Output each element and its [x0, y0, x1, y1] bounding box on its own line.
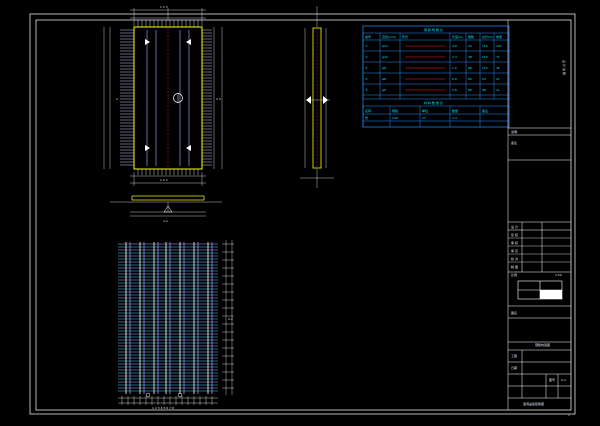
scale-label: 比例 — [511, 272, 517, 277]
date-label: 日期 — [511, 365, 517, 370]
table-cell: 24 — [468, 44, 472, 48]
table-cell: ⑤ — [365, 88, 368, 92]
drawing-title: 钢筋构造图 — [535, 342, 550, 347]
note-label: 说明: — [511, 129, 518, 134]
footer-header-cell: 单位 — [422, 108, 428, 113]
title-block-role: 审 定 — [511, 248, 518, 253]
elevation-dim-top: 1 2 3 — [160, 5, 168, 9]
title-block-role: 校 对 — [511, 256, 518, 261]
table-cell: φ12 — [382, 44, 388, 48]
table-header-cell: 重量 — [496, 34, 502, 39]
table-header-cell: 长度(m) — [452, 34, 463, 39]
material-table-title: 材 料 数 量 表 — [424, 100, 443, 105]
table-cell: 45 — [496, 66, 500, 70]
table-cell: 71 — [496, 55, 500, 59]
table-cell: 2.4 — [452, 55, 457, 59]
table-cell: ④ — [365, 77, 368, 81]
scale-value: 1:50 — [555, 273, 562, 277]
table-header-cell: 形式 — [402, 34, 408, 39]
table-cell: ③ — [365, 66, 368, 70]
table-cell: 1.2 — [452, 66, 457, 70]
elevation-dim-bottom: 1 2 3 — [160, 178, 168, 182]
project-label: 工程 — [511, 353, 517, 358]
vertical-title: 设 计 说 明 — [562, 60, 567, 75]
remarks-label: 备注 — [511, 140, 517, 145]
sheet-label: 图号 — [549, 377, 555, 382]
title-block-role: 复 核 — [511, 232, 518, 237]
drawing-label: 图名 — [511, 310, 517, 315]
table-cell: 0.6 — [452, 88, 457, 92]
footer-cell: 砼 — [365, 115, 368, 120]
table-cell: 11 — [496, 88, 500, 92]
rebar-table-title: 钢 筋 明 细 表 — [424, 27, 443, 32]
table-cell: ② — [365, 55, 368, 59]
table-header-cell: 总长(m) — [482, 34, 493, 39]
table-cell: φ6 — [382, 88, 386, 92]
location-key-highlight — [540, 290, 562, 299]
table-cell: 48 — [482, 88, 486, 92]
table-header-cell: 编号 — [365, 34, 371, 39]
sheet-value: S-1 — [561, 378, 566, 382]
footer-header-cell: 数量 — [452, 108, 458, 113]
footer-header-cell: 备注 — [482, 108, 488, 113]
elevation-label: 1 — [116, 97, 118, 101]
table-cell: 48 — [468, 55, 472, 59]
table-cell: 96 — [468, 66, 472, 70]
table-cell: 115 — [482, 66, 488, 70]
table-cell: 0.9 — [452, 77, 457, 81]
table-cell: 60 — [468, 77, 472, 81]
section-label: 1-1 — [163, 219, 168, 223]
table-cell: ① — [365, 44, 368, 48]
title-block-role: 制 图 — [511, 264, 518, 269]
plan-label: 2-2 — [228, 317, 233, 321]
table-cell: 80 — [468, 88, 472, 92]
table-cell: 102 — [496, 44, 502, 48]
page-mark: 1 — [568, 413, 570, 417]
table-cell: φ8 — [382, 77, 386, 81]
bottom-title: 涵洞盖板配筋图 — [523, 401, 544, 406]
plan-dim-bottom: 1 2 3 4 5 6 7 8 — [152, 406, 174, 410]
table-cell: 4.8 — [452, 44, 457, 48]
cad-drawing-canvas: 1 2 3 1 2 3 2 3 1 1-1 1 2 3 4 5 6 7 8 2-… — [0, 0, 600, 426]
table-header-cell: 直径(mm) — [382, 34, 396, 39]
table-cell: 21 — [496, 77, 500, 81]
table-cell: 115 — [482, 44, 488, 48]
table-cell: φ10 — [382, 55, 388, 59]
footer-header-cell: 规格 — [392, 108, 398, 113]
title-block-role: 设 计 — [511, 224, 518, 229]
table-header-cell: 根数 — [468, 34, 474, 39]
elevation-dim-right: 2 3 — [216, 97, 221, 101]
table-cell: 54 — [482, 77, 486, 81]
table-cell: φ8 — [382, 66, 386, 70]
footer-cell: C30 — [392, 116, 398, 120]
footer-cell: 2.4 — [452, 116, 457, 120]
footer-header-cell: 名称 — [365, 108, 371, 113]
title-block-role: 审 核 — [511, 240, 518, 245]
table-cell: 115 — [482, 55, 488, 59]
